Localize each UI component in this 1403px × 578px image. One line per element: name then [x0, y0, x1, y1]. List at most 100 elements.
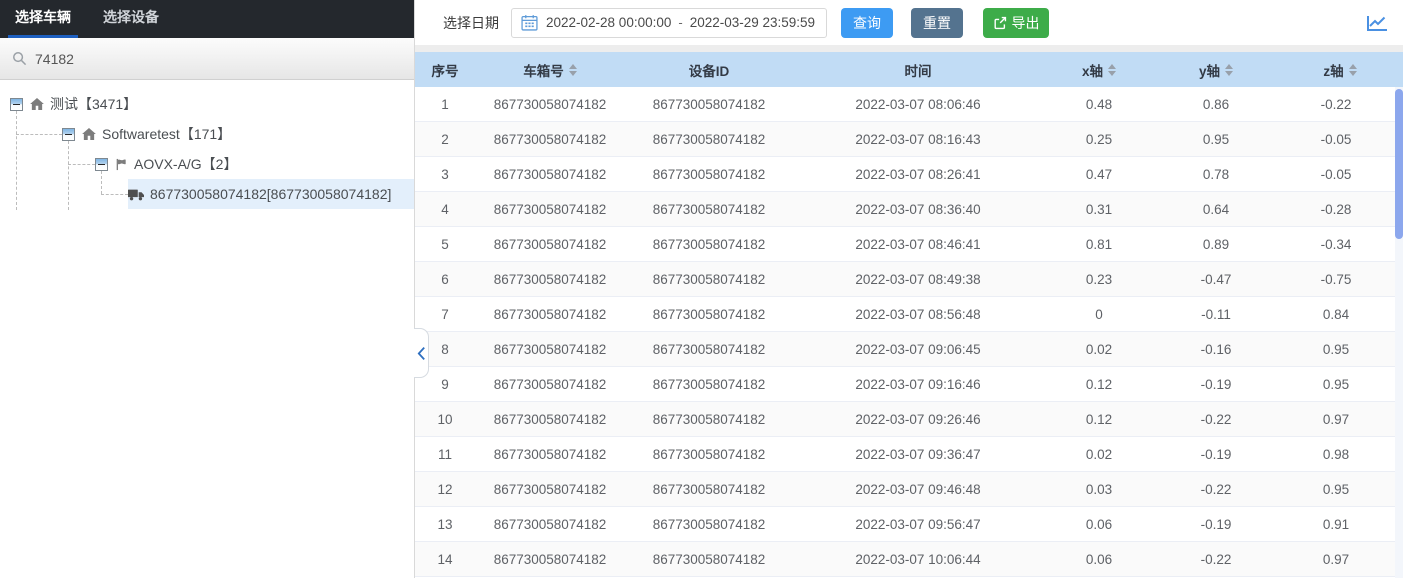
collapse-minus-icon[interactable]: [62, 127, 75, 141]
table-cell: 867730058074182: [493, 201, 607, 217]
table-cell: -0.47: [1200, 271, 1232, 287]
table-cell: 867730058074182: [493, 376, 607, 392]
scrollbar-thumb[interactable]: [1395, 89, 1403, 239]
table-cell: 2022-03-07 09:06:45: [855, 341, 981, 357]
table-cell: -0.05: [1320, 166, 1352, 182]
table-row: 6 867730058074182 867730058074182 2022-03-0…: [415, 262, 1395, 297]
line-chart-icon: [1367, 16, 1387, 31]
export-button[interactable]: 导出: [983, 7, 1049, 38]
table-cell: -0.19: [1200, 446, 1232, 462]
collapse-minus-icon[interactable]: [10, 97, 23, 111]
export-icon: [993, 16, 1006, 29]
toolbar: 选择日期 2022-02-28 00:00:00 - 2022-03-29 23…: [415, 0, 1403, 45]
column-header: 时间: [793, 60, 1043, 80]
table-cell: 0.02: [1085, 341, 1113, 357]
tree-node-label: Softwaretest【171】: [102, 126, 232, 142]
table-cell: 867730058074182: [652, 376, 766, 392]
table-cell: 9: [441, 376, 449, 392]
tree-node[interactable]: 测试【3471】: [10, 89, 414, 119]
table-cell: 867730058074182: [493, 446, 607, 462]
vehicle-search-input[interactable]: [35, 50, 402, 67]
table-cell: 2022-03-07 09:56:47: [855, 516, 981, 532]
table-row: 8 867730058074182 867730058074182 2022-03-0…: [415, 332, 1395, 367]
table-cell: 867730058074182: [652, 201, 766, 217]
table-header-row: 序号 车箱号 设备ID 时间 x轴 y轴 z轴: [415, 52, 1403, 87]
tree-node-label: 测试【3471】: [50, 96, 138, 112]
tab-select-vehicle[interactable]: 选择车辆: [8, 0, 78, 38]
sort-icon: [1108, 63, 1116, 76]
table-row: 12 867730058074182 867730058074182 2022-03-…: [415, 472, 1395, 507]
tree-node-label: 867730058074182[867730058074182]: [150, 186, 392, 202]
scrollbar[interactable]: [1395, 87, 1403, 578]
table-cell: 0.06: [1085, 551, 1113, 567]
table-cell: 1: [441, 96, 449, 112]
table-cell: 867730058074182: [493, 481, 607, 497]
table-cell: 0.86: [1202, 96, 1230, 112]
reset-button[interactable]: 重置: [911, 7, 963, 38]
column-header[interactable]: z轴: [1277, 60, 1403, 80]
table-cell: -0.11: [1201, 306, 1231, 322]
table-cell: 867730058074182: [652, 446, 766, 462]
table-cell: -0.16: [1200, 341, 1232, 357]
column-header-label: 设备ID: [688, 63, 730, 79]
calendar-icon: [521, 14, 538, 31]
query-button[interactable]: 查询: [841, 7, 893, 38]
vehicle-tree: 测试【3471】 Softwaretest【171】 AOVX-A/G【2】 8677…: [0, 80, 414, 578]
table-cell: 7: [441, 306, 449, 322]
tree-node-label: AOVX-A/G【2】: [134, 156, 238, 172]
table-cell: 867730058074182: [493, 166, 607, 182]
table-cell: 867730058074182: [652, 551, 766, 567]
tab-select-device[interactable]: 选择设备: [96, 0, 166, 38]
table-cell: 867730058074182: [652, 166, 766, 182]
tree-node[interactable]: 867730058074182[867730058074182]: [128, 179, 414, 209]
collapse-panel-button[interactable]: [414, 328, 429, 378]
toolbar-divider: [415, 45, 1403, 52]
table-cell: 0.47: [1085, 166, 1113, 182]
sort-icon: [1348, 63, 1357, 76]
table-cell: 12: [437, 481, 453, 497]
table-row: 4 867730058074182 867730058074182 2022-03-0…: [415, 192, 1395, 227]
date-range-input[interactable]: 2022-02-28 00:00:00 - 2022-03-29 23:59:5…: [511, 7, 827, 38]
table-row: 14 867730058074182 867730058074182 2022-03-…: [415, 542, 1395, 577]
table-cell: 0.98: [1322, 446, 1350, 462]
table-cell: 867730058074182: [493, 411, 607, 427]
table-cell: 4: [441, 201, 449, 217]
collapse-minus-icon[interactable]: [95, 157, 108, 171]
date-end: 2022-03-29 23:59:59: [689, 15, 816, 30]
table-cell: 2022-03-07 08:36:40: [855, 201, 981, 217]
column-header[interactable]: 车箱号: [475, 60, 625, 80]
column-header[interactable]: x轴: [1043, 60, 1155, 80]
table-cell: 867730058074182: [493, 131, 607, 147]
table-cell: 867730058074182: [493, 341, 607, 357]
table-cell: -0.22: [1320, 96, 1352, 112]
date-label: 选择日期: [443, 14, 499, 31]
tree-node[interactable]: Softwaretest【171】: [62, 119, 414, 149]
chevron-left-icon: [417, 346, 425, 360]
table-cell: 13: [437, 516, 453, 532]
data-panel: 选择日期 2022-02-28 00:00:00 - 2022-03-29 23…: [414, 0, 1403, 578]
chart-view-button[interactable]: [1366, 13, 1388, 32]
table-cell: 0.84: [1322, 306, 1350, 322]
table-cell: 867730058074182: [493, 551, 607, 567]
truck-icon: [128, 188, 144, 201]
table-cell: 10: [437, 411, 453, 427]
column-header[interactable]: y轴: [1155, 60, 1277, 80]
table-cell: 867730058074182: [652, 516, 766, 532]
table-cell: 0.31: [1085, 201, 1113, 217]
table-cell: 11: [437, 446, 452, 462]
table-cell: -0.75: [1320, 271, 1352, 287]
tree-connector: [101, 194, 128, 195]
tree-node[interactable]: AOVX-A/G【2】: [95, 149, 414, 179]
table-cell: 0.12: [1085, 376, 1113, 392]
table-cell: 6: [441, 271, 449, 287]
table-cell: 2022-03-07 08:56:48: [855, 306, 981, 322]
column-header-label: 车箱号: [523, 63, 564, 79]
column-header-label: 序号: [431, 63, 459, 79]
table-cell: 2: [441, 131, 449, 147]
table-row: 3 867730058074182 867730058074182 2022-03-0…: [415, 157, 1395, 192]
table-cell: 0.03: [1085, 481, 1113, 497]
table-cell: 867730058074182: [652, 131, 766, 147]
table-cell: 2022-03-07 09:46:48: [855, 481, 981, 497]
search-icon: [13, 52, 27, 66]
table-cell: -0.05: [1320, 131, 1352, 147]
